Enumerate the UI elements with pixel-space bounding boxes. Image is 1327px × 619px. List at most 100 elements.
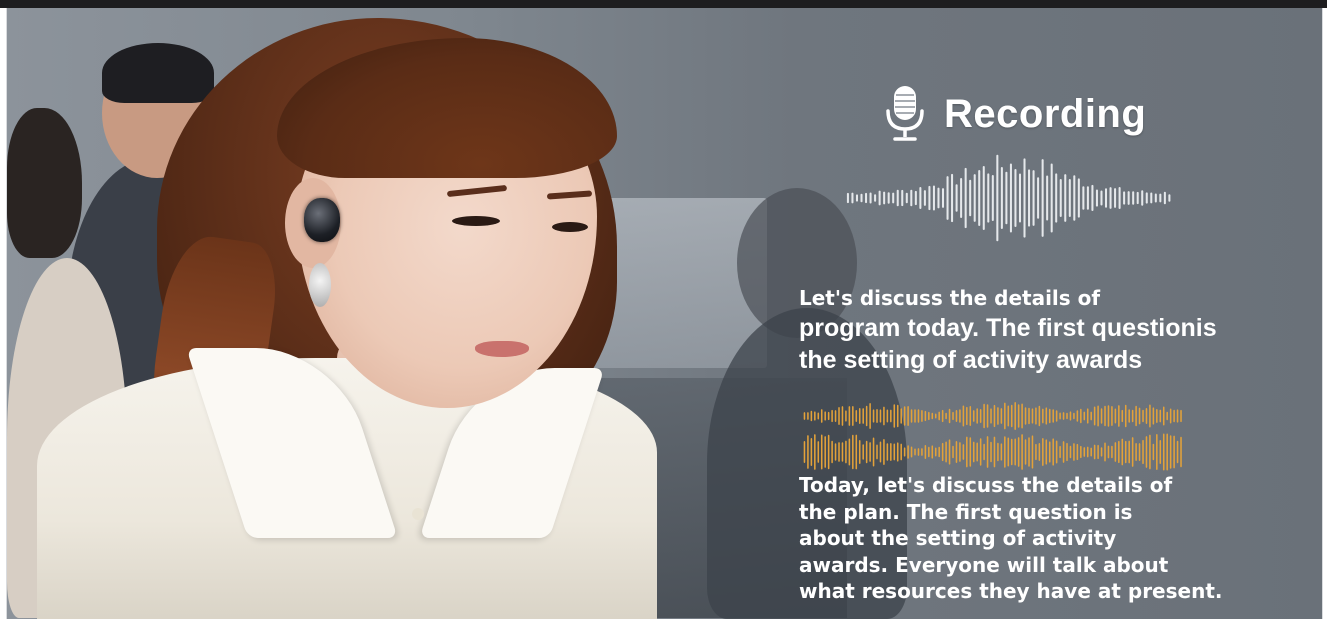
waveform-bar <box>1166 433 1168 471</box>
transcript-translated-line: about the setting of activity <box>799 526 1117 550</box>
microphone-icon <box>886 86 924 141</box>
waveform-bar <box>824 411 826 421</box>
waveform-bar <box>1082 186 1085 210</box>
waveform-bar <box>1086 446 1089 458</box>
waveform-bar <box>1052 438 1054 466</box>
waveform-bar <box>923 190 926 206</box>
waveform-bar <box>807 435 809 469</box>
waveform-bar <box>1176 440 1179 464</box>
waveform-bar <box>1180 409 1182 423</box>
waveform-bar <box>858 408 861 424</box>
waveform-bar <box>841 442 844 462</box>
waveform-bar <box>1135 443 1137 461</box>
background-person-left-hair <box>7 108 82 258</box>
waveform-bar <box>966 436 968 468</box>
waveform-bar <box>924 410 927 422</box>
waveform-bar <box>855 434 858 470</box>
waveform-bar <box>1173 435 1175 469</box>
waveform-bar <box>966 406 968 426</box>
waveform-bar <box>1114 408 1117 424</box>
waveform-bar <box>1069 411 1072 421</box>
waveform-bar <box>1138 407 1141 425</box>
waveform-bar <box>962 444 965 460</box>
waveform-bar <box>941 442 944 462</box>
waveform-bar <box>938 446 940 458</box>
waveform-bar <box>1173 409 1175 423</box>
waveform-bar <box>986 436 989 468</box>
waveform-bar <box>1131 409 1134 423</box>
waveform-bar <box>1004 402 1006 430</box>
transcript-translated-line: what resources they have at present. <box>799 579 1223 603</box>
waveform-bar <box>855 410 858 422</box>
waveform-bar <box>1149 404 1151 428</box>
waveform-bar <box>883 406 885 426</box>
audio-waveform-translation-1 <box>803 402 1182 430</box>
waveform-bar <box>1152 443 1155 461</box>
waveform-bar <box>1055 440 1058 464</box>
waveform-bar <box>1028 407 1030 425</box>
waveform-bar <box>1073 175 1076 221</box>
waveform-bar <box>1104 188 1108 208</box>
waveform-bar <box>1107 405 1110 427</box>
waveform-bar <box>1045 439 1048 465</box>
waveform-bar <box>1142 409 1144 423</box>
waveform-bar <box>1046 175 1049 221</box>
waveform-bar <box>928 446 930 458</box>
waveform-bar <box>983 443 985 461</box>
waveform-bar <box>878 190 881 206</box>
waveform-bar <box>993 404 996 428</box>
waveform-bar <box>1000 443 1003 461</box>
waveform-bar <box>972 441 975 463</box>
waveform-bar <box>1010 438 1013 466</box>
waveform-bar <box>1038 442 1041 462</box>
waveform-bar <box>1104 442 1106 462</box>
waveform-bar <box>1114 442 1117 462</box>
waveform-bar <box>1048 408 1051 424</box>
waveform-bar <box>903 447 906 457</box>
waveform-bar <box>948 408 951 424</box>
waveform-bar <box>978 170 981 226</box>
waveform-bar <box>1076 410 1079 422</box>
waveform-bar <box>1145 192 1148 204</box>
waveform-bar <box>1031 435 1034 469</box>
waveform-bar <box>945 412 947 420</box>
waveform-bar <box>890 409 892 423</box>
waveform-bar <box>1038 405 1041 427</box>
waveform-bar <box>820 434 823 470</box>
waveform-bar <box>1118 186 1121 210</box>
waveform-bar <box>1077 178 1080 218</box>
waveform-bar <box>1045 407 1048 425</box>
waveform-bar <box>896 442 899 462</box>
waveform-bar <box>1014 402 1016 430</box>
waveform-bar <box>872 409 875 423</box>
waveform-bar <box>834 443 837 461</box>
waveform-bar <box>1132 191 1135 205</box>
waveform-bar <box>851 192 854 204</box>
waveform-bar <box>858 439 861 465</box>
waveform-bar <box>879 441 882 463</box>
waveform-bar <box>1118 440 1120 464</box>
waveform-bar <box>1162 433 1165 471</box>
waveform-bar <box>1166 411 1168 421</box>
waveform-bar <box>903 406 906 426</box>
waveform-bar <box>931 445 934 459</box>
recording-header: Recording <box>884 84 1146 144</box>
waveform-bar <box>959 409 961 423</box>
waveform-bar <box>1163 191 1166 205</box>
waveform-bar <box>1123 191 1126 205</box>
waveform-bar <box>910 446 913 458</box>
waveform-bar <box>1142 439 1144 465</box>
waveform-bar <box>1083 411 1086 421</box>
waveform-bar <box>1162 406 1165 426</box>
waveform-bar <box>831 440 833 464</box>
waveform-bar <box>1000 166 1003 230</box>
waveform-bar <box>1124 440 1127 464</box>
waveform-bar <box>955 409 958 423</box>
waveform-bar <box>1021 434 1023 470</box>
subject-eye-left <box>452 216 500 226</box>
waveform-bar <box>827 411 830 421</box>
background-person-hair <box>102 43 214 103</box>
transcript-original-line: program today. The first questionis <box>799 314 1217 342</box>
waveform-bar <box>1028 169 1031 227</box>
subject-eye-right <box>552 222 588 232</box>
